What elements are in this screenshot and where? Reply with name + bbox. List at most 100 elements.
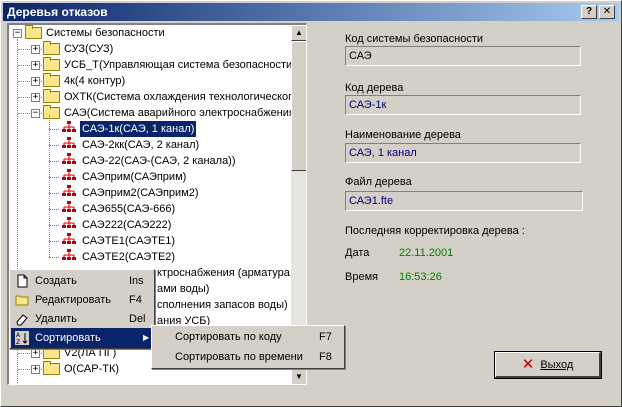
- tree-item-label: УСБ_Т(Управляющая система безопасности: [64, 59, 291, 71]
- menu-item-create[interactable]: Создать Ins: [11, 271, 153, 291]
- expand-toggle[interactable]: +: [31, 45, 40, 54]
- tree-item-label: САЭ222(САЭ222): [82, 219, 172, 231]
- menu-item-label: Редактировать: [35, 294, 111, 306]
- tree-item-label: САЭ-2кк(САЭ, 2 канал): [82, 139, 200, 151]
- date-value: 22.11.2001: [399, 247, 454, 259]
- fault-trees-window: Деревья отказов ? ✕ − Системы безопаснос…: [0, 0, 622, 407]
- menu-item-delete[interactable]: Удалить Del: [11, 309, 153, 329]
- tree-item-label: САЭ-1к(САЭ, 1 канал): [78, 120, 198, 138]
- tree-item-obscured[interactable]: ктроснабжения (арматура,: [155, 265, 291, 281]
- system-folder-item[interactable]: О(САР-ТК): [43, 361, 121, 377]
- eraser-icon: [16, 314, 28, 326]
- system-folder-item[interactable]: СУЗ(СУЗ): [43, 41, 115, 57]
- scroll-thumb[interactable]: [291, 41, 306, 171]
- tree-code-field[interactable]: САЭ-1к: [345, 95, 581, 115]
- fault-tree-icon: [62, 201, 76, 212]
- expand-toggle[interactable]: +: [31, 77, 40, 86]
- fault-tree-item[interactable]: САЭТЕ1(САЭТЕ1): [61, 233, 177, 249]
- close-button[interactable]: ✕: [599, 5, 615, 19]
- expand-toggle[interactable]: +: [31, 349, 40, 358]
- menu-item-shortcut: Del: [129, 313, 146, 325]
- svg-text:A: A: [16, 332, 21, 339]
- tree-item-label: САЭ-22(САЭ-(САЭ, 2 канала)): [82, 155, 236, 167]
- fault-tree-icon: [62, 217, 76, 228]
- window-titlebar[interactable]: Деревья отказов: [3, 3, 619, 21]
- fault-tree-icon: [62, 121, 76, 132]
- scroll-up-button[interactable]: ▲: [291, 25, 306, 41]
- new-document-icon: [17, 274, 28, 288]
- tree-item-label: САЭ(Система аварийного электроснабжения: [64, 107, 291, 119]
- time-value: 16:53:26: [399, 271, 442, 283]
- folder-icon: [43, 57, 60, 71]
- folder-icon: [43, 73, 60, 87]
- fault-tree-item[interactable]: САЭТЕ2(САЭТЕ2): [61, 249, 177, 265]
- tree-branch-line: [49, 145, 59, 146]
- tree-context-menu: Создать Ins Редактировать F4 Удалить Del…: [9, 269, 155, 349]
- menu-item-label: Сортировать: [35, 332, 101, 344]
- fault-tree-item[interactable]: САЭ222(САЭ222): [61, 217, 173, 233]
- system-folder-item[interactable]: САЭ(Система аварийного электроснабжения: [43, 105, 291, 121]
- fault-tree-item[interactable]: САЭ655(САЭ-666): [61, 201, 177, 217]
- fault-tree-item[interactable]: САЭприм2(САЭприм2): [61, 185, 201, 201]
- folder-icon: [43, 105, 60, 119]
- tree-file-field[interactable]: САЭ1.fte: [345, 191, 583, 211]
- exit-button[interactable]: ✕ Выход: [494, 351, 602, 379]
- menu-item-label: Удалить: [35, 313, 77, 325]
- tree-branch-line: [49, 241, 59, 242]
- tree-item-label: САЭприм2(САЭприм2): [82, 187, 199, 199]
- system-code-field[interactable]: САЭ: [345, 46, 581, 66]
- submenu-item-shortcut: F8: [319, 351, 332, 363]
- fault-tree-icon: [62, 153, 76, 164]
- sort-submenu: Сортировать по коду F7 Сортировать по вр…: [151, 325, 345, 369]
- expand-toggle[interactable]: +: [31, 365, 40, 374]
- tree-branch-line: [49, 209, 59, 210]
- tree-name-label: Наименование дерева: [345, 129, 461, 141]
- submenu-item-sort-by-time[interactable]: Сортировать по времени F8: [153, 347, 343, 367]
- menu-item-sort[interactable]: AZ Сортировать ▶: [11, 328, 153, 348]
- fault-tree-icon: [62, 233, 76, 244]
- tree-item-label: СУЗ(СУЗ): [64, 43, 114, 55]
- menu-item-edit[interactable]: Редактировать F4: [11, 290, 153, 310]
- fault-tree-icon: [62, 249, 76, 260]
- date-label: Дата: [345, 247, 370, 259]
- tree-item-label: ктроснабжения (арматура,: [157, 267, 291, 279]
- expand-toggle[interactable]: −: [31, 109, 40, 118]
- folder-icon: [43, 89, 60, 103]
- folder-icon: [15, 295, 29, 306]
- tree-branch-line: [49, 177, 59, 178]
- fault-tree-item[interactable]: САЭ-2кк(САЭ, 2 канал): [61, 137, 201, 153]
- expand-toggle[interactable]: +: [31, 93, 40, 102]
- exit-button-label: Выход: [540, 359, 574, 371]
- tree-code-label: Код дерева: [345, 82, 404, 94]
- system-folder-item[interactable]: УСБ_Т(Управляющая система безопасности: [43, 57, 291, 73]
- fault-tree-item[interactable]: САЭ-22(САЭ-(САЭ, 2 канала)): [61, 153, 238, 169]
- tree-item-label: САЭТЕ2(САЭТЕ2): [82, 251, 176, 263]
- submenu-item-label: Сортировать по коду: [175, 331, 282, 343]
- system-folder-item[interactable]: ОХТК(Система охлаждения технологического: [43, 89, 291, 105]
- expand-toggle[interactable]: +: [31, 61, 40, 70]
- tree-branch-line: [49, 193, 59, 194]
- menu-item-shortcut: F4: [129, 294, 142, 306]
- tree-item-label: САЭ655(САЭ-666): [82, 203, 176, 215]
- folder-icon: [43, 41, 60, 55]
- tree-item-label: ами воды): [157, 283, 210, 295]
- tree-item-obscured[interactable]: сполнения запасов воды): [155, 297, 290, 313]
- tree-item-label: сполнения запасов воды): [157, 299, 288, 311]
- folder-open-icon: [25, 25, 42, 39]
- scroll-down-button[interactable]: ▼: [291, 369, 306, 384]
- sort-az-icon: AZ: [15, 331, 29, 345]
- system-folder-item[interactable]: 4к(4 контур): [43, 73, 127, 89]
- tree-item-label: САЭприм(САЭприм): [82, 171, 187, 183]
- fault-tree-item[interactable]: САЭприм(САЭприм): [61, 169, 188, 185]
- help-button[interactable]: ?: [581, 5, 597, 19]
- fault-tree-item[interactable]: САЭ-1к(САЭ, 1 канал): [61, 120, 198, 138]
- submenu-item-shortcut: F7: [319, 331, 332, 343]
- tree-branch-line: [49, 257, 59, 258]
- submenu-item-label: Сортировать по времени: [175, 351, 303, 363]
- tree-item-obscured[interactable]: ами воды): [155, 281, 211, 297]
- tree-root[interactable]: Системы безопасности: [25, 25, 167, 41]
- root-collapse-toggle[interactable]: −: [13, 29, 22, 38]
- x-icon: ✕: [521, 356, 535, 373]
- submenu-item-sort-by-code[interactable]: Сортировать по коду F7: [153, 327, 343, 347]
- tree-name-field[interactable]: САЭ, 1 канал: [345, 143, 581, 163]
